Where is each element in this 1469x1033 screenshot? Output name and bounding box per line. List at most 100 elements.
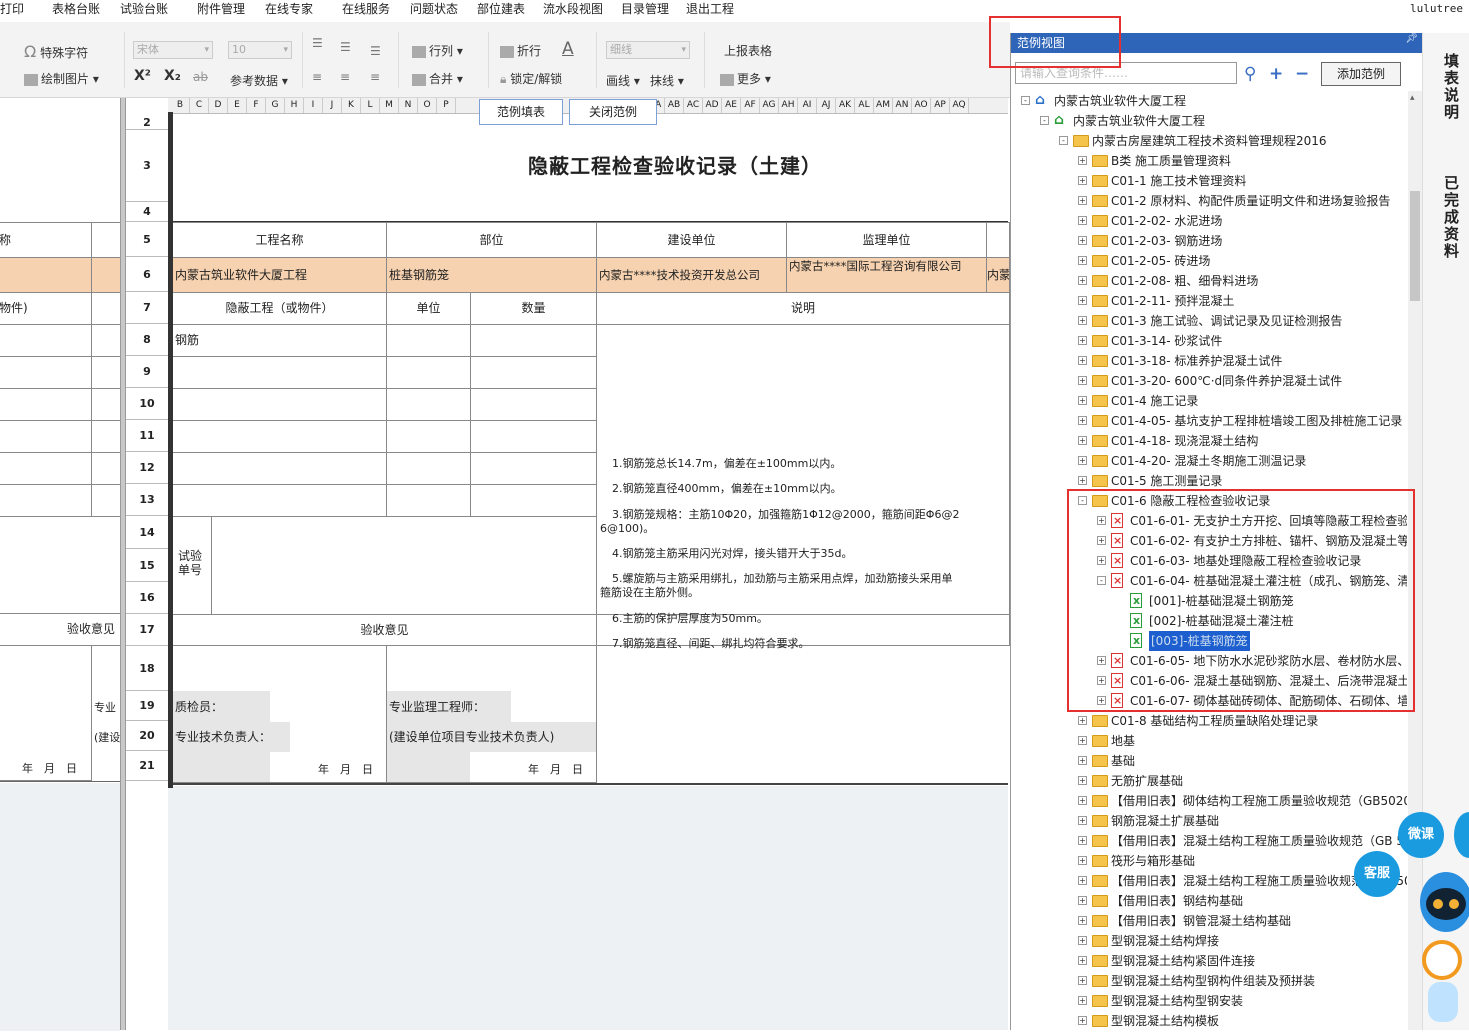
column-letter[interactable]: F bbox=[247, 98, 266, 113]
scroll-thumb[interactable] bbox=[1410, 191, 1420, 301]
tree-node[interactable]: + 【借用旧表】钢结构基础 bbox=[1011, 891, 1407, 911]
size-select[interactable]: 10 bbox=[228, 41, 292, 59]
expand-icon[interactable]: + bbox=[1078, 736, 1087, 745]
add-icon[interactable]: + bbox=[1269, 64, 1283, 84]
align-center-icon[interactable]: ≡ bbox=[340, 70, 350, 84]
expand-icon[interactable]: + bbox=[1078, 296, 1087, 305]
expand-icon[interactable]: + bbox=[1078, 936, 1087, 945]
unit-cell[interactable] bbox=[386, 452, 471, 485]
left-value-cell[interactable] bbox=[0, 257, 92, 293]
expand-icon[interactable]: + bbox=[1078, 396, 1087, 405]
expand-icon[interactable]: + bbox=[1078, 336, 1087, 345]
tree-node[interactable]: + 【借用旧表】混凝土结构工程施工质量验收规范（GB 502 bbox=[1011, 871, 1407, 891]
tree-node[interactable]: + C01-2-02- 水泥进场 bbox=[1011, 211, 1407, 231]
lock-button[interactable]: 🔒︎ 锁定/解锁 bbox=[500, 70, 562, 87]
column-letter[interactable]: AL bbox=[855, 98, 874, 113]
left-cell[interactable] bbox=[0, 452, 92, 485]
tree-node[interactable]: + C01-4-05- 基坑支护工程排桩墙竣工图及排桩施工记录 bbox=[1011, 411, 1407, 431]
column-letter[interactable]: G bbox=[266, 98, 285, 113]
expand-icon[interactable]: + bbox=[1078, 416, 1087, 425]
tree-node[interactable]: + 型钢混凝土结构型钢安装 bbox=[1011, 991, 1407, 1011]
collapse-icon[interactable]: - bbox=[1021, 96, 1030, 105]
robot-mascot[interactable] bbox=[1418, 862, 1469, 1030]
tree-node[interactable]: + C01-4-18- 现浇混凝土结构 bbox=[1011, 431, 1407, 451]
expand-icon[interactable]: + bbox=[1078, 996, 1087, 1005]
align-bottom-icon[interactable]: ☰ bbox=[370, 44, 381, 58]
left-cell[interactable] bbox=[0, 484, 92, 517]
subscript-button[interactable]: X₂ bbox=[164, 68, 181, 84]
expand-icon[interactable]: + bbox=[1078, 716, 1087, 725]
column-letter[interactable]: D bbox=[209, 98, 228, 113]
expand-icon[interactable]: + bbox=[1078, 756, 1087, 765]
row-number[interactable]: 15 bbox=[126, 549, 168, 582]
merge-button[interactable]: 合并 ▾ bbox=[412, 70, 463, 87]
fill-example-button[interactable]: 范例填表 bbox=[479, 99, 563, 125]
row-number[interactable]: 11 bbox=[126, 420, 168, 452]
tree-node[interactable]: + C01-8 基础结构工程质量缺陷处理记录 bbox=[1011, 711, 1407, 731]
search-icon[interactable]: ⚲ bbox=[1244, 64, 1256, 84]
expand-icon[interactable]: + bbox=[1078, 176, 1087, 185]
row-number[interactable]: 19 bbox=[126, 691, 168, 721]
menu-item[interactable]: 在线服务 bbox=[342, 0, 390, 18]
row-number[interactable]: 3 bbox=[126, 130, 168, 202]
menu-item[interactable]: 表格台账 bbox=[52, 0, 100, 18]
tree-node[interactable]: + 型钢混凝土结构型钢构件组装及预拼装 bbox=[1011, 971, 1407, 991]
column-letter[interactable]: M bbox=[380, 98, 399, 113]
scroll-up-icon[interactable]: ▴ bbox=[1410, 93, 1415, 103]
tree-node[interactable]: + 钢筋混凝土扩展基础 bbox=[1011, 811, 1407, 831]
expand-icon[interactable]: + bbox=[1078, 1016, 1087, 1025]
column-letter[interactable]: J bbox=[323, 98, 342, 113]
column-letter[interactable]: AJ bbox=[817, 98, 836, 113]
unit-cell[interactable] bbox=[386, 388, 471, 421]
tree-node[interactable]: + 【借用旧表】钢管混凝土结构基础 bbox=[1011, 911, 1407, 931]
menu-item[interactable]: 部位建表 bbox=[477, 0, 525, 18]
collapse-icon[interactable]: - bbox=[1059, 136, 1068, 145]
font-color-icon[interactable]: A bbox=[562, 39, 574, 59]
upload-table-button[interactable]: 上报表格 bbox=[724, 42, 772, 59]
menu-item[interactable]: 目录管理 bbox=[621, 0, 669, 18]
column-letter[interactable]: AE bbox=[722, 98, 741, 113]
extra-value[interactable]: 内蒙 bbox=[986, 257, 1010, 293]
qty-cell[interactable] bbox=[470, 420, 597, 453]
column-letter[interactable]: AF bbox=[741, 98, 760, 113]
tree-node[interactable]: + C01-1 施工技术管理资料 bbox=[1011, 171, 1407, 191]
align-top-icon[interactable]: ☰ bbox=[312, 36, 323, 50]
expand-icon[interactable]: + bbox=[1078, 876, 1087, 885]
expand-icon[interactable]: + bbox=[1078, 276, 1087, 285]
column-letter[interactable]: AD bbox=[703, 98, 722, 113]
left-cell[interactable] bbox=[91, 388, 121, 421]
tree-node[interactable]: + 型钢混凝土结构模板 bbox=[1011, 1011, 1407, 1030]
item-cell[interactable] bbox=[172, 388, 387, 421]
qty-cell[interactable] bbox=[470, 324, 597, 357]
menu-item[interactable]: 附件管理 bbox=[197, 0, 245, 18]
part-value[interactable]: 桩基钢筋笼 bbox=[386, 257, 597, 293]
item-cell[interactable]: 钢筋 bbox=[172, 324, 387, 357]
more-button[interactable]: 更多 ▾ bbox=[720, 70, 771, 87]
tree-node[interactable]: + C01-2-11- 预拌混凝土 bbox=[1011, 291, 1407, 311]
line-style-select[interactable]: 细线 bbox=[606, 41, 690, 59]
left-value-cell[interactable] bbox=[91, 257, 121, 293]
tree-node[interactable]: + B类 施工质量管理资料 bbox=[1011, 151, 1407, 171]
project-name-value[interactable]: 内蒙古筑业软件大厦工程 bbox=[172, 257, 387, 293]
expand-icon[interactable]: + bbox=[1078, 836, 1087, 845]
tree-node[interactable]: + 型钢混凝土结构焊接 bbox=[1011, 931, 1407, 951]
supervisor-value[interactable]: 内蒙古****国际工程咨询有限公司 bbox=[786, 257, 987, 293]
minus-icon[interactable]: − bbox=[1295, 64, 1309, 84]
row-number[interactable]: 8 bbox=[126, 324, 168, 356]
tree-node[interactable]: + 无筋扩展基础 bbox=[1011, 771, 1407, 791]
left-cell[interactable] bbox=[91, 420, 121, 453]
align-right-icon[interactable]: ≡ bbox=[370, 70, 380, 84]
row-number[interactable]: 10 bbox=[126, 388, 168, 420]
tree-node[interactable]: + C01-3-14- 砂浆试件 bbox=[1011, 331, 1407, 351]
draw-line-button[interactable]: 画线 ▾ bbox=[606, 72, 640, 89]
column-letter[interactable]: AO bbox=[912, 98, 931, 113]
tree-node[interactable]: + 型钢混凝土结构紧固件连接 bbox=[1011, 951, 1407, 971]
done-tab[interactable]: 已完成资料 bbox=[1441, 175, 1462, 260]
expand-icon[interactable]: + bbox=[1078, 796, 1087, 805]
column-letter[interactable]: AQ bbox=[950, 98, 969, 113]
left-cell[interactable] bbox=[0, 420, 92, 453]
row-number[interactable]: 12 bbox=[126, 452, 168, 484]
tree-node[interactable]: + 【借用旧表】砌体结构工程施工质量验收规范（GB50203 bbox=[1011, 791, 1407, 811]
unit-cell[interactable] bbox=[386, 324, 471, 357]
column-letter[interactable]: K bbox=[342, 98, 361, 113]
